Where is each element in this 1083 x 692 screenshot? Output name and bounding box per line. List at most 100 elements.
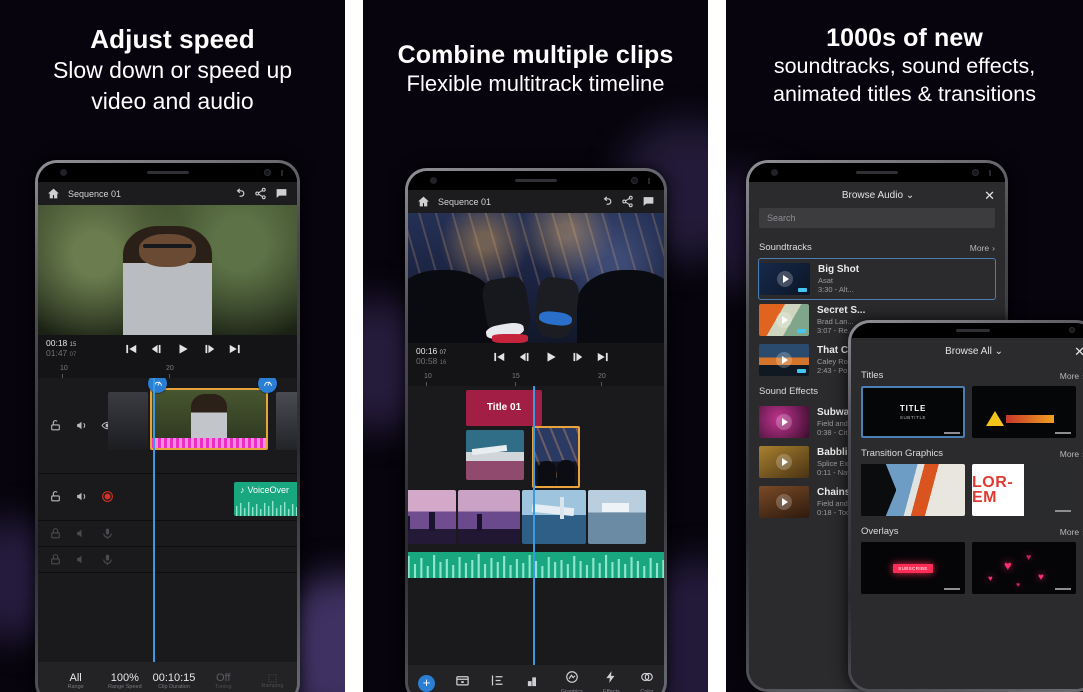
audio-list-item[interactable]: Big Shot Asat 3:30 - Alt... (758, 258, 996, 300)
timeline-ruler[interactable]: 10 20 (38, 362, 297, 378)
speaker-icon[interactable] (75, 553, 88, 566)
timeline-tracks[interactable]: ♪ VoiceOver (38, 377, 297, 662)
timeline-ruler[interactable]: 10 15 20 (408, 370, 664, 386)
close-icon[interactable]: ✕ (984, 189, 995, 202)
undo-icon[interactable] (600, 195, 613, 208)
track-row-audio-2[interactable] (38, 547, 297, 573)
chevron-down-icon[interactable]: ⌄ (906, 190, 914, 201)
speaker-icon[interactable] (75, 490, 88, 503)
chevron-left-icon[interactable] (38, 676, 51, 689)
step-forward-icon[interactable] (570, 350, 584, 364)
play-icon[interactable] (176, 342, 190, 356)
keyframe-speed-icon[interactable] (258, 377, 277, 393)
share-icon[interactable] (254, 187, 267, 200)
video-clip[interactable] (466, 429, 524, 480)
video-clip-selected[interactable] (150, 387, 268, 450)
track-row-video-lower[interactable] (408, 489, 664, 548)
record-icon[interactable] (101, 490, 114, 503)
voiceover-clip[interactable]: ♪ VoiceOver (234, 481, 297, 516)
mic-icon[interactable] (101, 527, 114, 540)
video-clip[interactable] (408, 489, 456, 544)
video-clip[interactable] (588, 489, 646, 544)
transition-graphics-row[interactable]: LOR-EM (851, 464, 1083, 520)
playhead[interactable] (533, 385, 535, 665)
home-icon[interactable] (417, 195, 430, 208)
overlays-row[interactable]: SUBSCRIBE ♥ ♥ ♥ ♥ ♥ (851, 542, 1083, 598)
overlay-cell[interactable]: SUBSCRIBE (861, 542, 965, 594)
track-row-video-upper[interactable] (408, 425, 664, 490)
lock-icon[interactable] (49, 553, 62, 566)
tuning-control[interactable]: Off Tuning (199, 673, 248, 690)
video-clip[interactable] (522, 489, 586, 544)
title-template-cell[interactable] (972, 386, 1076, 438)
video-preview[interactable] (38, 205, 297, 335)
more-link[interactable]: More › (970, 243, 995, 253)
transition-cell[interactable]: LOR-EM (972, 464, 1076, 516)
more-link[interactable]: More › (1060, 371, 1083, 381)
graphics-button[interactable]: Graphics (561, 670, 583, 692)
play-icon[interactable] (777, 271, 793, 287)
skip-start-icon[interactable] (124, 342, 138, 356)
track-row-video[interactable] (38, 377, 297, 474)
overlay-cell[interactable]: ♥ ♥ ♥ ♥ ♥ (972, 542, 1076, 594)
video-clip[interactable] (458, 489, 520, 544)
skip-start-icon[interactable] (492, 350, 506, 364)
step-forward-icon[interactable] (202, 342, 216, 356)
play-icon[interactable] (776, 494, 792, 510)
comment-icon[interactable] (642, 195, 655, 208)
undo-icon[interactable] (233, 187, 246, 200)
color-button[interactable]: Color (640, 670, 654, 692)
track-row-audio-1[interactable] (38, 521, 297, 547)
speaker-icon[interactable] (75, 419, 88, 432)
play-icon[interactable] (544, 350, 558, 364)
browse-all-title: Browse All (945, 346, 992, 357)
speed-bottom-toolbar[interactable]: All Range 100% Range Speed 00:10:15 Clip… (38, 662, 297, 692)
track-row-title[interactable]: Title 01 (408, 386, 664, 428)
browse-audio-title-wrap[interactable]: Browse Audio ⌄ (772, 190, 984, 201)
range-speed-control[interactable]: 100% Range Speed (100, 673, 149, 690)
title-template-cell[interactable]: TITLE SUBTITLE (861, 386, 965, 438)
play-icon[interactable] (776, 414, 792, 430)
mic-icon[interactable] (101, 553, 114, 566)
playhead[interactable] (153, 377, 155, 662)
step-back-icon[interactable] (518, 350, 532, 364)
ramping-control[interactable]: ⬚ Ramping (248, 673, 297, 690)
comment-icon[interactable] (275, 187, 288, 200)
range-control[interactable]: All Range (51, 673, 100, 690)
step-back-icon[interactable] (150, 342, 164, 356)
search-input[interactable]: Search (759, 208, 995, 228)
share-icon[interactable] (621, 195, 634, 208)
video-clip-selected[interactable] (532, 425, 580, 488)
editor-bottom-toolbar[interactable]: + Graphics E (408, 665, 664, 692)
levels-icon[interactable] (526, 673, 541, 692)
audio-clip[interactable] (408, 551, 664, 578)
skip-end-icon[interactable] (228, 342, 242, 356)
transition-cell[interactable] (861, 464, 965, 516)
add-icon[interactable]: + (418, 674, 435, 692)
lock-icon[interactable] (49, 527, 62, 540)
subscribe-text: SUBSCRIBE (893, 563, 933, 573)
close-icon[interactable]: ✕ (1074, 345, 1083, 358)
timeline-tracks[interactable]: Title 01 (408, 385, 664, 665)
titles-row[interactable]: TITLE SUBTITLE (851, 386, 1083, 442)
title-clip[interactable]: Title 01 (466, 389, 542, 426)
speaker-icon[interactable] (75, 527, 88, 540)
chevron-down-icon[interactable]: ⌄ (995, 346, 1003, 357)
home-icon[interactable] (47, 187, 60, 200)
effects-button[interactable]: Effects (603, 670, 620, 692)
play-icon[interactable] (776, 454, 792, 470)
video-preview[interactable] (408, 213, 664, 343)
track-row-audio[interactable] (408, 548, 664, 582)
more-link[interactable]: More › (1060, 527, 1083, 537)
list-icon[interactable] (490, 673, 505, 692)
track-row-voiceover[interactable]: ♪ VoiceOver (38, 474, 297, 521)
more-link[interactable]: More › (1060, 449, 1083, 459)
clip-duration-control[interactable]: 00:10:15 Clip Duration (149, 673, 198, 690)
skip-end-icon[interactable] (596, 350, 610, 364)
play-icon[interactable] (776, 312, 792, 328)
unlock-icon[interactable] (49, 419, 62, 432)
browse-all-title-wrap[interactable]: Browse All ⌄ (874, 346, 1074, 357)
unlock-icon[interactable] (49, 490, 62, 503)
media-icon[interactable] (455, 673, 470, 692)
play-icon[interactable] (776, 352, 792, 368)
